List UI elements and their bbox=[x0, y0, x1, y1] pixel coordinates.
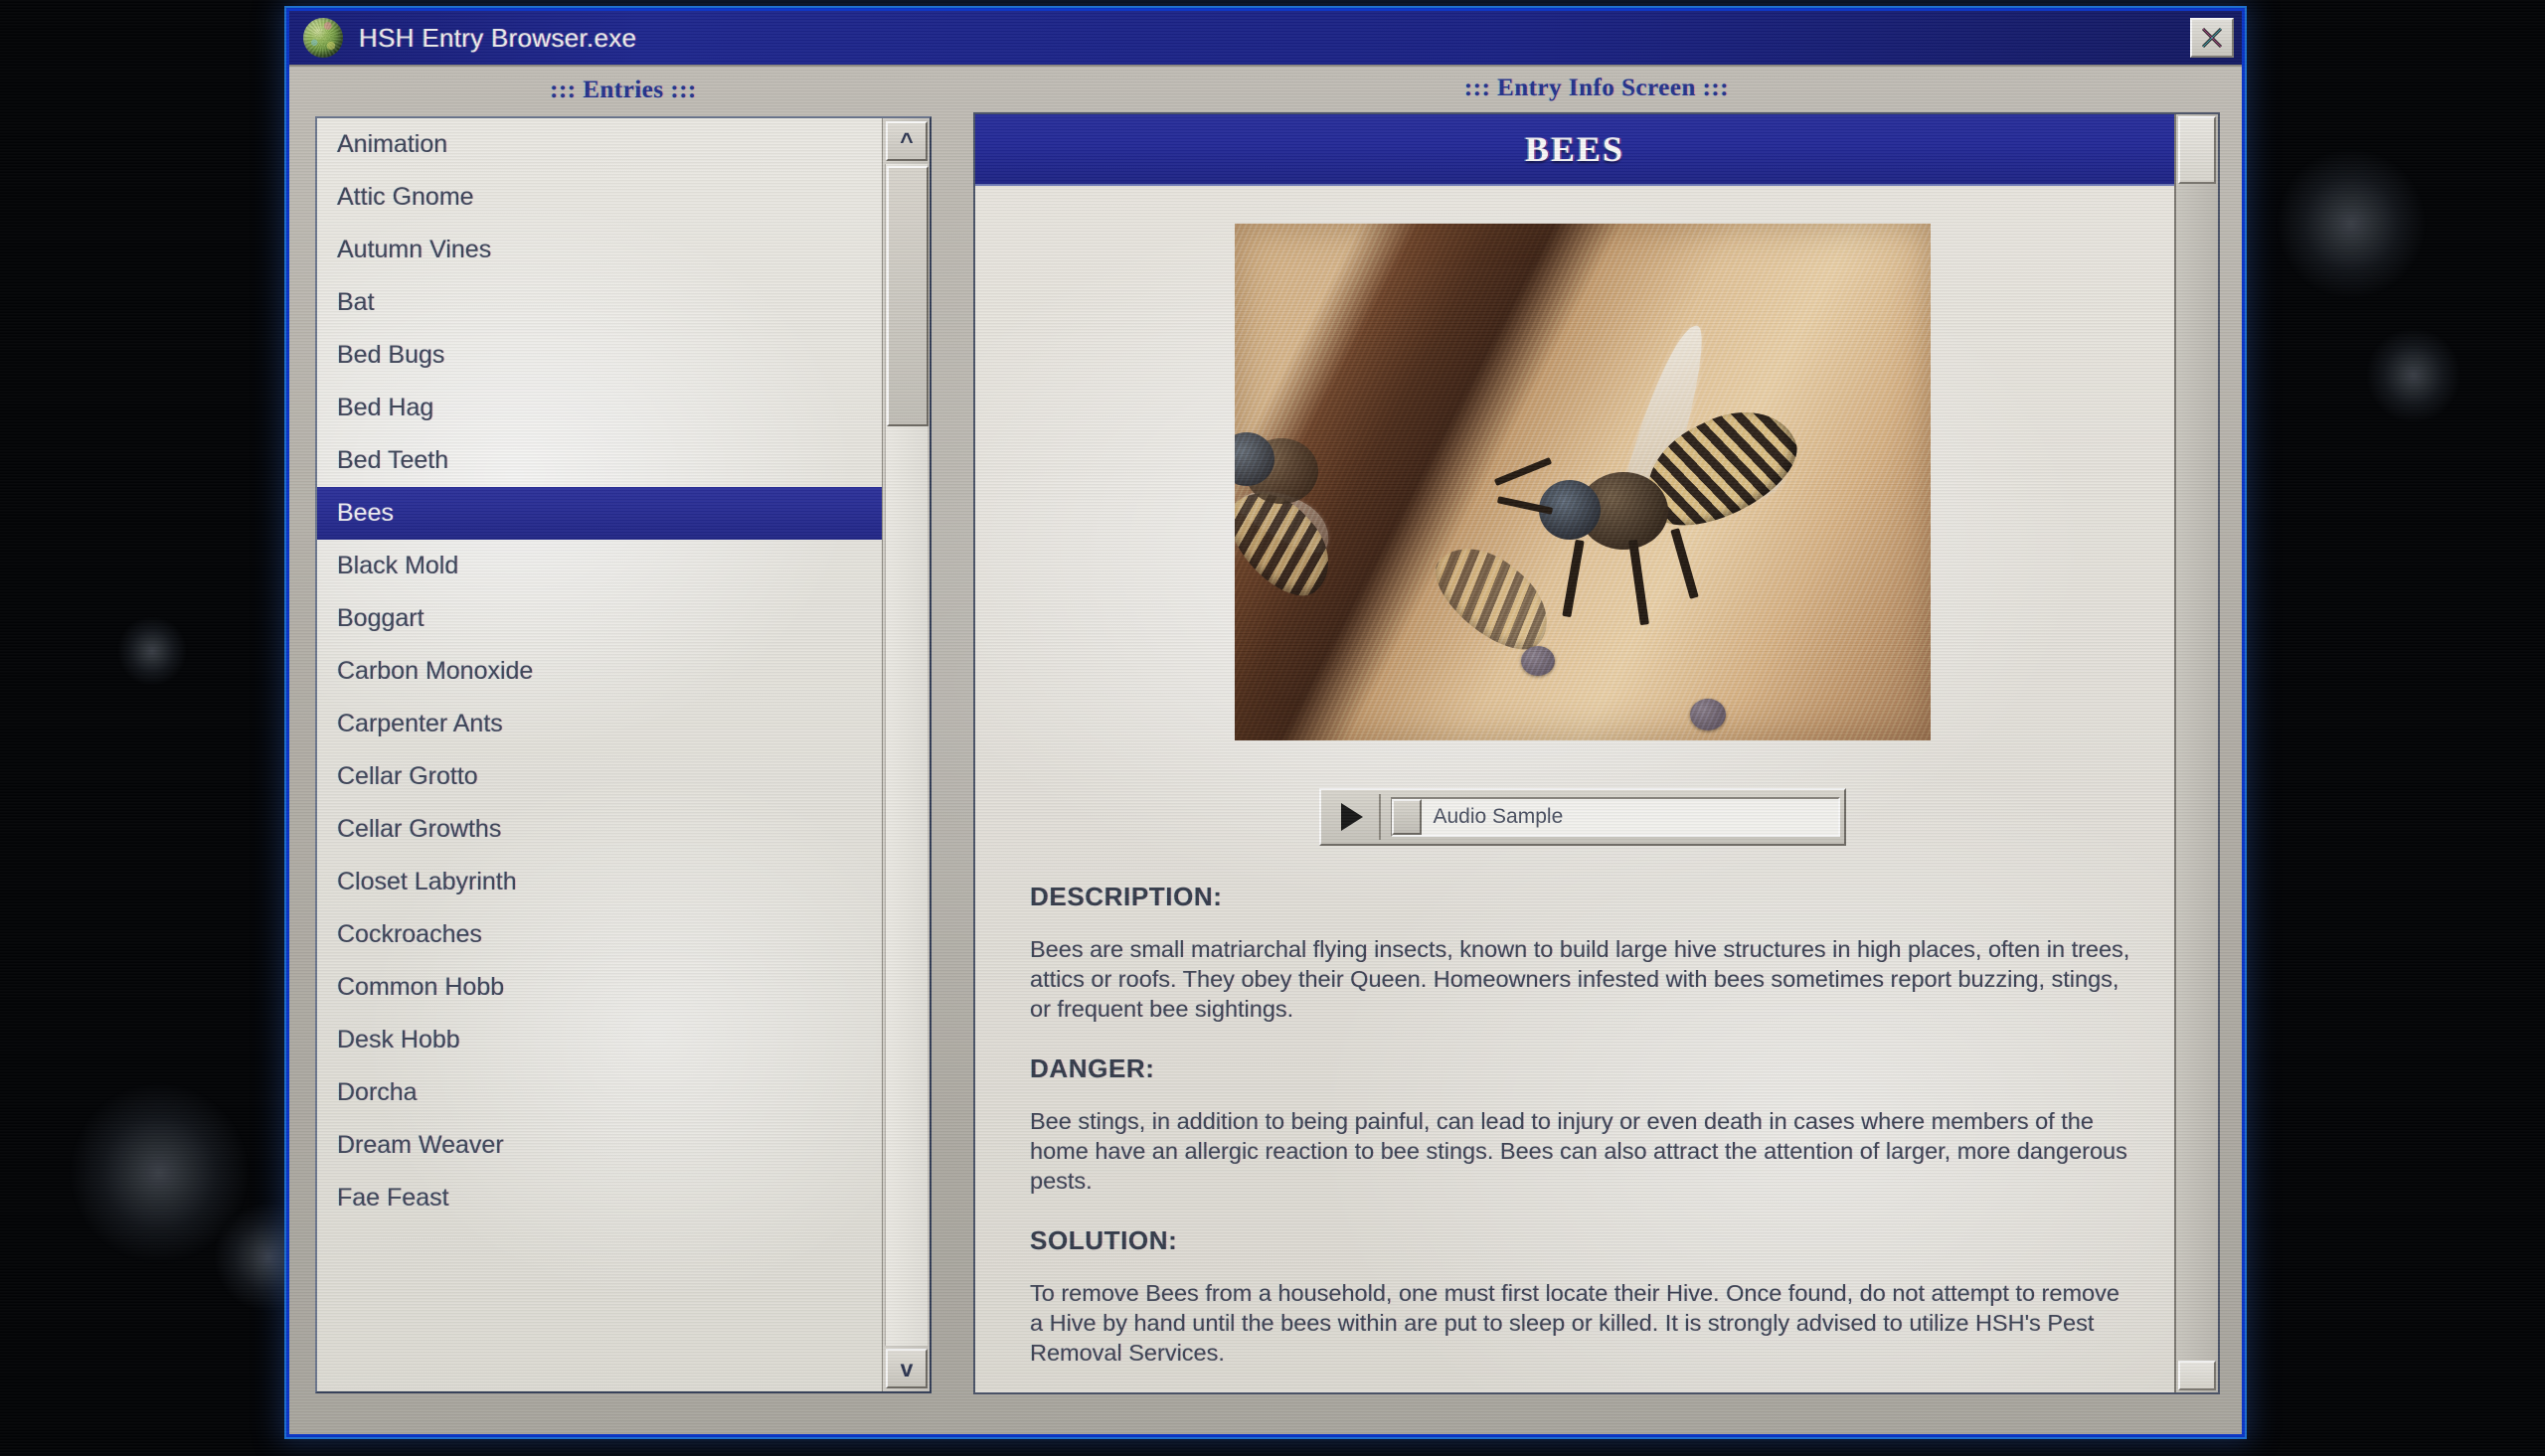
audio-player: Audio Sample bbox=[1318, 788, 1846, 846]
audio-sample-label: Audio Sample bbox=[1433, 805, 1564, 828]
list-item[interactable]: Bed Hag bbox=[317, 382, 882, 434]
window-titlebar[interactable]: HSH Entry Browser.exe bbox=[289, 11, 2242, 67]
audio-player-row: Audio Sample bbox=[1030, 788, 2134, 846]
list-item[interactable]: Fae Feast bbox=[317, 1172, 882, 1224]
section-body-danger: Bee stings, in addition to being painful… bbox=[1030, 1108, 2127, 1194]
photo-grain-overlay bbox=[1234, 224, 1931, 740]
window-title: HSH Entry Browser.exe bbox=[359, 22, 637, 53]
desktop-backdrop: HSH Entry Browser.exe ::: Entries ::: An… bbox=[0, 0, 2545, 1456]
bokeh-light bbox=[2277, 149, 2426, 298]
close-button[interactable] bbox=[2190, 18, 2234, 58]
list-item[interactable]: Dorcha bbox=[317, 1066, 882, 1119]
list-item[interactable]: Carpenter Ants bbox=[317, 698, 882, 750]
list-item[interactable]: Cellar Grotto bbox=[317, 750, 882, 803]
list-item[interactable]: Dream Weaver bbox=[317, 1119, 882, 1172]
entry-photo-wrapper bbox=[1030, 224, 2134, 740]
scroll-up-button[interactable]: ^ bbox=[886, 121, 928, 161]
list-item[interactable]: Closet Labyrinth bbox=[317, 856, 882, 908]
scrollbar-thumb[interactable] bbox=[887, 166, 929, 426]
list-item[interactable]: Desk Hobb bbox=[317, 1014, 882, 1066]
entry-info-content: BEES Audio Sample DESCRIPTION: Bees are … bbox=[975, 114, 2174, 1392]
section-body-solution: To remove Bees from a household, one mus… bbox=[1030, 1280, 2120, 1366]
close-icon bbox=[2201, 27, 2223, 49]
play-button[interactable] bbox=[1325, 794, 1381, 840]
list-item[interactable]: Cockroaches bbox=[317, 908, 882, 961]
list-item[interactable]: Autumn Vines bbox=[317, 224, 882, 276]
list-item-selected[interactable]: Bees bbox=[317, 487, 882, 540]
window-body: ::: Entries ::: Animation Attic Gnome Au… bbox=[289, 67, 2242, 1434]
entry-title-bar: BEES bbox=[975, 114, 2174, 186]
list-item[interactable]: Bed Teeth bbox=[317, 434, 882, 487]
entries-scrollbar[interactable]: ^ v bbox=[882, 118, 930, 1391]
list-item[interactable]: Cellar Growths bbox=[317, 803, 882, 856]
green-sphere-icon bbox=[303, 18, 343, 58]
section-heading-danger: DANGER: bbox=[1030, 1053, 1155, 1083]
list-item[interactable]: Carbon Monoxide bbox=[317, 645, 882, 698]
scrollbar-bottom-block[interactable] bbox=[2178, 1361, 2216, 1390]
play-triangle-icon bbox=[1340, 803, 1363, 831]
list-item[interactable]: Bat bbox=[317, 276, 882, 329]
entry-info-panel: BEES Audio Sample DESCRIPTION: Bees are … bbox=[973, 112, 2220, 1394]
app-window: HSH Entry Browser.exe ::: Entries ::: An… bbox=[286, 8, 2245, 1437]
scroll-down-button[interactable]: v bbox=[886, 1349, 928, 1388]
list-item[interactable]: Black Mold bbox=[317, 540, 882, 592]
section-heading-solution: SOLUTION: bbox=[1030, 1225, 1178, 1255]
list-item[interactable]: Animation bbox=[317, 118, 882, 171]
entry-scroll-area[interactable]: Audio Sample DESCRIPTION: Bees are small… bbox=[975, 186, 2174, 1390]
entry-info-heading: ::: Entry Info Screen ::: bbox=[1463, 75, 1730, 101]
section-body-description: Bees are small matriarchal flying insect… bbox=[1030, 936, 2130, 1022]
bokeh-light bbox=[2366, 328, 2460, 422]
list-item[interactable]: Attic Gnome bbox=[317, 171, 882, 224]
entries-panel: Animation Attic Gnome Autumn Vines Bat B… bbox=[315, 116, 932, 1393]
bees-photo bbox=[1234, 224, 1931, 740]
scrollbar-thumb[interactable] bbox=[2178, 116, 2216, 184]
audio-slider-thumb[interactable] bbox=[1391, 799, 1422, 835]
entries-list[interactable]: Animation Attic Gnome Autumn Vines Bat B… bbox=[317, 118, 882, 1391]
entry-info-column: ::: Entry Info Screen ::: BEES Audio Sam… bbox=[973, 75, 2220, 1394]
section-heading-description: DESCRIPTION: bbox=[1030, 882, 1223, 911]
list-item[interactable]: Boggart bbox=[317, 592, 882, 645]
audio-slider-track[interactable]: Audio Sample bbox=[1390, 797, 1840, 837]
entry-title: BEES bbox=[1524, 129, 1625, 169]
entry-sections: DESCRIPTION: Bees are small matriarchal … bbox=[1030, 882, 2134, 1368]
entries-column: ::: Entries ::: Animation Attic Gnome Au… bbox=[315, 77, 932, 1393]
entry-info-scrollbar[interactable] bbox=[2174, 114, 2218, 1392]
entries-heading: ::: Entries ::: bbox=[550, 77, 697, 103]
list-item[interactable]: Common Hobb bbox=[317, 961, 882, 1014]
list-item[interactable]: Bed Bugs bbox=[317, 329, 882, 382]
scrollbar-track[interactable] bbox=[885, 164, 929, 1346]
bokeh-light bbox=[117, 616, 187, 686]
